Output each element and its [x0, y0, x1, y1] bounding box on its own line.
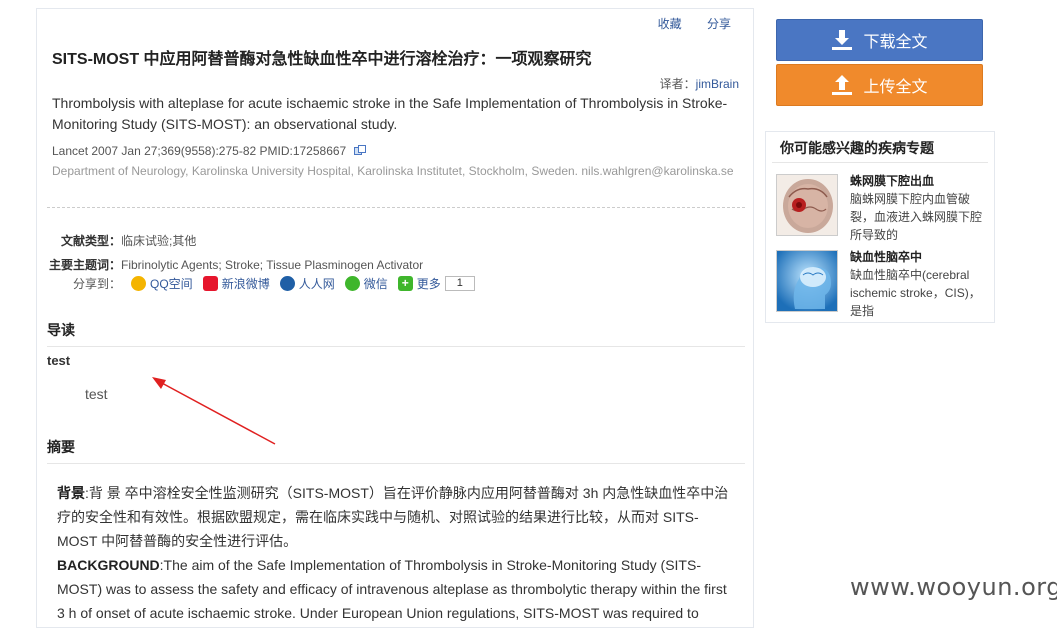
- english-title: Thrombolysis with alteplase for acute is…: [52, 95, 728, 132]
- topic-title[interactable]: 缺血性脑卒中: [850, 248, 922, 265]
- share-qzone[interactable]: QQ空间: [131, 275, 193, 292]
- article-title: SITS-MOST 中应用阿替普酶对急性缺血性卒中进行溶栓治疗：一项观察研究: [52, 51, 592, 68]
- copy-icon[interactable]: [353, 145, 366, 155]
- share-weibo[interactable]: 新浪微博: [202, 275, 270, 292]
- renren-icon: [279, 276, 295, 291]
- subject-label: 主要主题词：: [49, 258, 122, 272]
- share-count: 1: [444, 276, 475, 291]
- share-renren[interactable]: 人人网: [279, 275, 335, 292]
- more-icon: +: [397, 276, 413, 291]
- abstract-en: BACKGROUND:The aim of the Safe Implement…: [57, 553, 733, 625]
- favorite-link[interactable]: 收藏: [658, 17, 682, 31]
- share-wechat[interactable]: 微信: [344, 275, 388, 292]
- topics-divider: [772, 162, 988, 163]
- doc-type-row: 文献类型：临床试验;其他: [61, 232, 196, 249]
- abstract-cn-text: :背 景 卒中溶栓安全性监测研究（SITS-MOST）旨在评价静脉内应用阿替普酶…: [57, 485, 729, 549]
- share-bar: 分享到： QQ空间 新浪微博 人人网 微信 + 更多 1: [73, 275, 475, 292]
- abstract-heading: 摘要: [47, 437, 745, 464]
- citation-line: Lancet 2007 Jan 27;369(9558):275-82 PMID…: [52, 144, 366, 158]
- abstract-en-label: BACKGROUND: [57, 557, 160, 573]
- share-qzone-label: QQ空间: [150, 277, 193, 291]
- doc-type-label: 文献类型：: [61, 234, 122, 248]
- subject-row: 主要主题词：Fibrinolytic Agents; Stroke; Tissu…: [49, 256, 423, 273]
- share-renren-label: 人人网: [298, 277, 335, 291]
- wechat-icon: [344, 276, 360, 291]
- topic-title[interactable]: 蛛网膜下腔出血: [850, 172, 934, 189]
- download-icon: [832, 30, 853, 50]
- topic-desc: 脑蛛网膜下腔内血管破裂，血液进入蛛网膜下腔所导致的: [850, 192, 983, 242]
- topics-heading: 你可能感兴趣的疾病专题: [780, 140, 934, 156]
- divider: [47, 207, 745, 208]
- weibo-icon: [202, 276, 218, 291]
- upload-label: 上传全文: [863, 79, 928, 96]
- share-more-label: 更多: [416, 277, 441, 291]
- download-label: 下载全文: [863, 34, 928, 51]
- watermark: www.wooyun.org: [850, 573, 1057, 601]
- share-label: 分享到：: [73, 277, 122, 291]
- subject-value: Fibrinolytic Agents; Stroke; Tissue Plas…: [121, 258, 424, 272]
- doc-type-value: 临床试验;其他: [121, 234, 197, 248]
- abstract-body: 背景:背 景 卒中溶栓安全性监测研究（SITS-MOST）旨在评价静脉内应用阿替…: [57, 481, 733, 625]
- article-panel: 收藏 分享 SITS-MOST 中应用阿替普酶对急性缺血性卒中进行溶栓治疗：一项…: [36, 8, 754, 628]
- share-more[interactable]: + 更多: [397, 275, 441, 292]
- affiliation: Department of Neurology, Karolinska Univ…: [52, 164, 734, 178]
- topics-panel: 你可能感兴趣的疾病专题 蛛网膜下腔出血 脑蛛网膜下腔内血管破裂，血液进入蛛网膜下…: [765, 131, 995, 323]
- guide-text: test: [85, 386, 108, 402]
- abstract-cn: 背景:背 景 卒中溶栓安全性监测研究（SITS-MOST）旨在评价静脉内应用阿替…: [57, 481, 733, 553]
- brain-scan-image: [776, 250, 838, 312]
- translator-line: 译者：jimBrain: [660, 75, 739, 92]
- citation: Lancet 2007 Jan 27;369(9558):275-82 PMID…: [52, 144, 347, 158]
- translator-link[interactable]: jimBrain: [696, 77, 739, 91]
- translator-label: 译者：: [659, 77, 696, 91]
- download-button[interactable]: 下载全文: [776, 19, 983, 61]
- brain-hemorrhage-image: [776, 174, 838, 236]
- guide-heading: 导读: [47, 320, 745, 347]
- topic-desc: 缺血性脑卒中(cerebral ischemic stroke，CIS)，是指: [850, 268, 981, 318]
- guide-title: test: [47, 353, 71, 368]
- upload-button[interactable]: 上传全文: [776, 64, 983, 106]
- upload-icon: [832, 75, 853, 95]
- article-actions: 收藏 分享: [636, 15, 731, 32]
- share-wechat-label: 微信: [363, 277, 388, 291]
- qzone-icon: [131, 276, 147, 291]
- share-weibo-label: 新浪微博: [221, 277, 270, 291]
- share-link[interactable]: 分享: [707, 17, 731, 31]
- abstract-cn-label: 背景: [57, 485, 85, 501]
